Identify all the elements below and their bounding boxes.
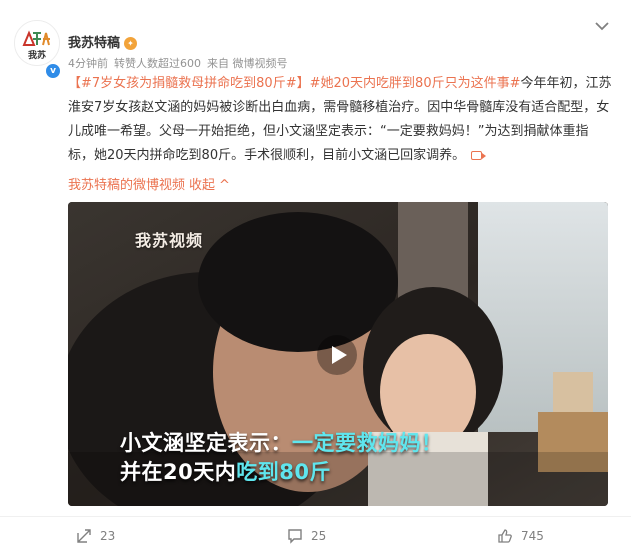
post-meta: 4分钟前 转赞人数超过600 来自 微博视频号 (68, 55, 294, 71)
author-avatar[interactable]: 我苏 (14, 20, 60, 66)
video-source-link[interactable]: 我苏特稿的微博视频 (68, 178, 185, 193)
like-count: 745 (521, 529, 544, 543)
post-text: 【#7岁女孩为捐髓救母拼命吃到80斤#】#她20天内吃胖到80斤只为这件事#今年… (68, 72, 613, 168)
post-links: 我苏特稿的微博视频 收起 ^ (68, 174, 238, 193)
comment-button[interactable]: 25 (287, 528, 326, 544)
video-camera-icon (471, 151, 487, 160)
member-badge-icon: ✦ (124, 37, 138, 50)
weibo-post-card: 我苏 v 我苏特稿 ✦ 4分钟前 转赞人数超过600 来自 微博视频号 【#7岁女孩为… (0, 0, 631, 557)
verified-icon: v (44, 62, 62, 80)
video-subtitle-line1: 小文涵坚定表示：一定要救妈妈！ (120, 427, 443, 457)
comment-count: 25 (311, 529, 327, 543)
hashtag-link[interactable]: 【#7岁女孩为捐髓救母拼命吃到80斤#】 (68, 76, 310, 91)
comment-icon (288, 529, 302, 544)
repost-icon (77, 529, 91, 543)
collapse-link[interactable]: 收起 ^ (189, 178, 234, 193)
repost-button[interactable]: 23 (76, 528, 115, 544)
repost-count: 23 (100, 529, 116, 543)
hashtag-link[interactable]: #她20天内吃胖到80斤只为这件事# (310, 76, 521, 91)
subtitle-highlight: 一定要救妈妈！ (292, 431, 443, 455)
author-logo-icon: 我苏 (15, 21, 59, 65)
subtitle-text: 小文涵坚定表示： (120, 431, 292, 455)
svg-text:我苏: 我苏 (28, 49, 46, 61)
play-button-icon[interactable] (317, 335, 357, 375)
subtitle-highlight: 吃到80斤 (236, 460, 331, 484)
video-watermark: 我苏视频 (135, 231, 204, 250)
video-subtitle-line2: 并在20天内吃到80斤 (120, 456, 331, 486)
thumbs-up-icon (498, 529, 512, 543)
post-time[interactable]: 4分钟前 (68, 57, 108, 70)
subtitle-text: 并在20天内 (120, 460, 237, 484)
divider (0, 516, 631, 517)
post-header: 我苏特稿 ✦ (68, 32, 138, 51)
repost-note: 转赞人数超过600 (114, 57, 201, 70)
post-source[interactable]: 来自 微博视频号 (207, 57, 288, 70)
collapse-chevron-icon: ^ (219, 178, 230, 193)
collapse-label: 收起 (189, 178, 216, 193)
more-menu-chevron-icon[interactable] (593, 18, 611, 32)
like-button[interactable]: 745 (497, 528, 544, 544)
author-name[interactable]: 我苏特稿 (68, 36, 120, 51)
